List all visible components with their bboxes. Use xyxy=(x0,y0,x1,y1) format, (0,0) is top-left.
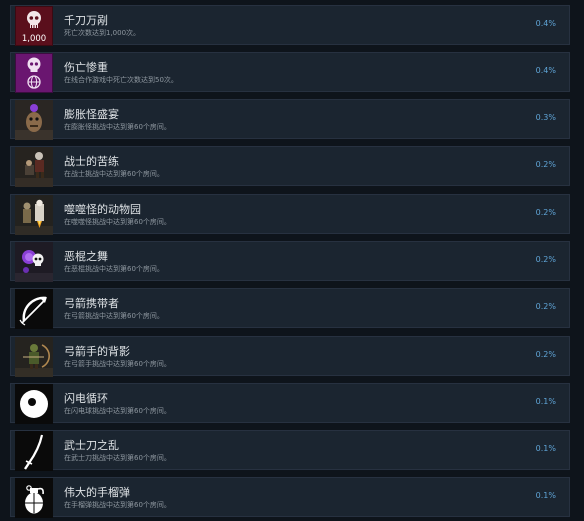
achievement-desc: 在膨胀怪挑战中达到第60个房间。 xyxy=(64,123,171,131)
achievement-desc: 在战士挑战中达到第60个房间。 xyxy=(64,170,164,178)
achievement-desc: 在恶棍挑战中达到第60个房间。 xyxy=(64,265,164,273)
achievement-row[interactable]: 膨胀怪盛宴 在膨胀怪挑战中达到第60个房间。 0.3% xyxy=(10,99,570,140)
unlock-percent: 0.1% xyxy=(535,444,556,453)
achievement-desc: 在噬噬怪挑战中达到第60个房间。 xyxy=(64,218,171,226)
achievement-title: 弓箭携带者 xyxy=(64,297,119,310)
achievement-title: 膨胀怪盛宴 xyxy=(64,108,119,121)
badge-1000: 1,000 xyxy=(22,34,46,44)
achievement-desc: 在武士刀挑战中达到第60个房间。 xyxy=(64,454,171,462)
achievement-title: 闪电循环 xyxy=(64,392,108,405)
achievement-desc: 在弓箭挑战中达到第60个房间。 xyxy=(64,312,164,320)
achievement-row[interactable]: 1,000 千刀万剐 死亡次数达到1,000次。 0.4% xyxy=(10,5,570,46)
unlock-percent: 0.4% xyxy=(535,66,556,75)
achievement-title: 伟大的手榴弹 xyxy=(64,486,130,499)
achievement-desc: 在手榴弹挑战中达到第60个房间。 xyxy=(64,501,171,509)
lightning-orb-icon xyxy=(15,384,53,424)
grenade-icon xyxy=(15,478,53,518)
achievement-list: 1,000 千刀万剐 死亡次数达到1,000次。 0.4% 伤亡惨重 在线合作游… xyxy=(0,0,584,521)
skull-globe-icon xyxy=(15,53,53,93)
achievement-row[interactable]: 恶棍之舞 在恶棍挑战中达到第60个房间。 0.2% xyxy=(10,241,570,282)
unlock-percent: 0.2% xyxy=(535,350,556,359)
unlock-percent: 0.1% xyxy=(535,397,556,406)
achievement-title: 伤亡惨重 xyxy=(64,61,108,74)
achievement-desc: 死亡次数达到1,000次。 xyxy=(64,29,141,37)
achievement-title: 千刀万剐 xyxy=(64,14,108,27)
unlock-percent: 0.2% xyxy=(535,302,556,311)
achievement-row[interactable]: 伤亡惨重 在线合作游戏中死亡次数达到50次。 0.4% xyxy=(10,52,570,93)
zoo-creature-icon xyxy=(15,195,53,235)
purple-skull-icon xyxy=(15,242,53,282)
achievement-row[interactable]: 战士的苦练 在战士挑战中达到第60个房间。 0.2% xyxy=(10,146,570,187)
achievement-desc: 在弓箭手挑战中达到第60个房间。 xyxy=(64,360,171,368)
warrior-icon xyxy=(15,147,53,187)
achievement-title: 战士的苦练 xyxy=(64,155,119,168)
achievement-desc: 在闪电球挑战中达到第60个房间。 xyxy=(64,407,171,415)
unlock-percent: 0.2% xyxy=(535,255,556,264)
achievement-row[interactable]: 闪电循环 在闪电球挑战中达到第60个房间。 0.1% xyxy=(10,383,570,424)
achievement-row[interactable]: 弓箭手的背影 在弓箭手挑战中达到第60个房间。 0.2% xyxy=(10,336,570,377)
unlock-percent: 0.1% xyxy=(535,491,556,500)
achievement-desc: 在线合作游戏中死亡次数达到50次。 xyxy=(64,76,178,84)
achievement-title: 弓箭手的背影 xyxy=(64,345,130,358)
achievement-row[interactable]: 武士刀之乱 在武士刀挑战中达到第60个房间。 0.1% xyxy=(10,430,570,471)
unlock-percent: 0.2% xyxy=(535,208,556,217)
achievement-row[interactable]: 伟大的手榴弹 在手榴弹挑战中达到第60个房间。 0.1% xyxy=(10,477,570,518)
bloated-monster-icon xyxy=(15,100,53,140)
achievement-title: 噬噬怪的动物园 xyxy=(64,203,141,216)
achievement-row[interactable]: 噬噬怪的动物园 在噬噬怪挑战中达到第60个房间。 0.2% xyxy=(10,194,570,235)
achievement-title: 恶棍之舞 xyxy=(64,250,108,263)
unlock-percent: 0.3% xyxy=(535,113,556,122)
bow-arrow-icon xyxy=(15,289,53,329)
archer-icon xyxy=(15,337,53,377)
unlock-percent: 0.2% xyxy=(535,160,556,169)
skull-1000-icon: 1,000 xyxy=(15,6,53,46)
achievement-title: 武士刀之乱 xyxy=(64,439,119,452)
achievement-row[interactable]: 弓箭携带者 在弓箭挑战中达到第60个房间。 0.2% xyxy=(10,288,570,329)
unlock-percent: 0.4% xyxy=(535,19,556,28)
katana-icon xyxy=(15,431,53,471)
